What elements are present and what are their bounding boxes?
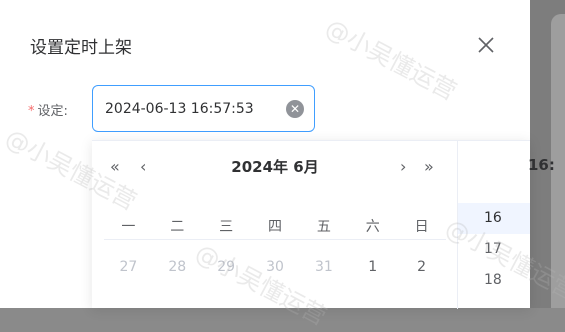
hour-item[interactable]: 17	[458, 234, 530, 265]
datetime-input[interactable]: 2024-06-13 16:57:53 ✕	[92, 85, 315, 132]
datetime-value: 2024-06-13 16:57:53	[105, 100, 254, 117]
schedule-dialog: 设置定时上架 * 设定: 2024-06-13 16:57:53 ✕ « ‹ 20…	[0, 0, 530, 309]
weekday-mon: 一	[121, 219, 136, 235]
close-icon[interactable]	[474, 33, 498, 57]
calendar-header: « ‹ 2024年 6月 › »	[92, 141, 458, 191]
hour-item[interactable]: 18	[458, 265, 530, 296]
day-cell[interactable]: 27	[104, 259, 153, 275]
next-year-button[interactable]: »	[424, 159, 434, 175]
hour-list: 16 17 18	[458, 203, 530, 296]
dialog-title: 设置定时上架	[30, 38, 132, 58]
day-cell[interactable]: 1	[348, 259, 397, 275]
calendar-panel: « ‹ 2024年 6月 › » 一 二 三 四 五 六 日 27 28 29 …	[92, 141, 458, 309]
weekday-wed: 三	[219, 219, 234, 235]
next-month-button[interactable]: ›	[400, 159, 406, 175]
weekday-sat: 六	[365, 219, 380, 235]
label-text: 设定:	[37, 104, 68, 119]
weekday-thu: 四	[268, 219, 282, 235]
weekday-fri: 五	[316, 219, 331, 235]
time-title: 16:	[528, 156, 555, 174]
form-label: * 设定:	[28, 100, 68, 119]
clear-icon[interactable]: ✕	[286, 100, 304, 118]
calendar-days-row: 27 28 29 30 31 1 2	[104, 259, 446, 275]
datetime-picker-panel: « ‹ 2024年 6月 › » 一 二 三 四 五 六 日 27 28 29 …	[92, 140, 530, 309]
day-cell[interactable]: 28	[153, 259, 202, 275]
weekday-tue: 二	[170, 219, 185, 235]
day-cell[interactable]: 29	[202, 259, 251, 275]
hour-item-selected[interactable]: 16	[458, 203, 530, 234]
day-cell[interactable]: 2	[397, 259, 446, 275]
required-mark: *	[28, 104, 35, 119]
day-cell[interactable]: 30	[251, 259, 300, 275]
day-cell[interactable]: 31	[299, 259, 348, 275]
weekday-sun: 日	[414, 219, 429, 235]
weekday-header: 一 二 三 四 五 六 日	[104, 216, 446, 240]
time-panel: 16 17 18	[458, 141, 530, 309]
